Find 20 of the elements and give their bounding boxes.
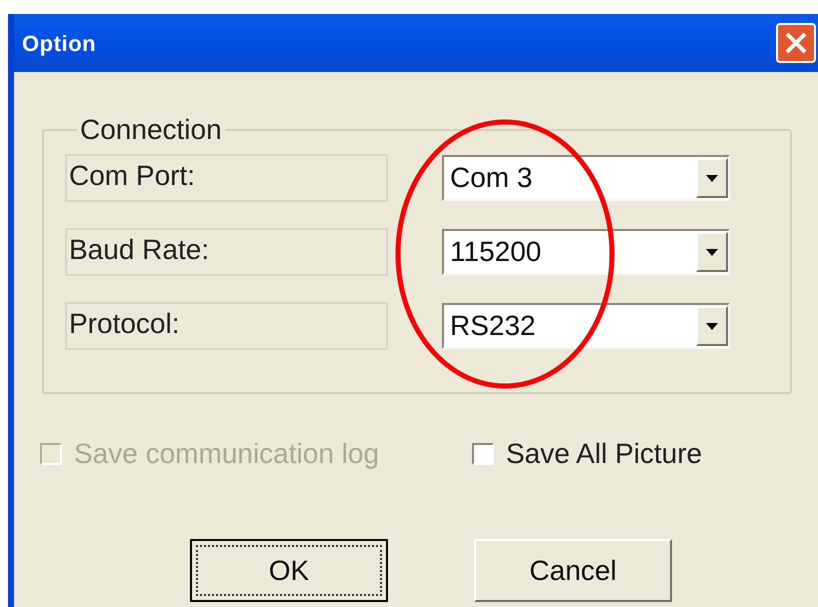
caret-icon	[706, 174, 718, 182]
dropdown-arrow-button[interactable]	[696, 232, 728, 272]
dropdown-arrow-button[interactable]	[696, 306, 728, 346]
close-icon	[784, 31, 808, 55]
dialog-button[interactable]: Cancel	[474, 539, 672, 602]
window-title: Option	[22, 30, 96, 58]
dropdown-arrow-button[interactable]	[696, 158, 728, 198]
caret-icon	[706, 248, 718, 256]
field-label: Com Port:	[65, 154, 388, 202]
caret-icon	[706, 322, 718, 330]
dialog-button[interactable]: OK	[190, 539, 388, 602]
dropdown[interactable]: RS232	[442, 303, 730, 349]
field-label: Protocol:	[65, 302, 388, 350]
close-button[interactable]	[776, 23, 816, 63]
dropdown[interactable]: Com 3	[442, 155, 730, 201]
checkbox[interactable]	[472, 443, 494, 465]
group-title: Connection	[79, 114, 223, 146]
field-label: Baud Rate:	[65, 228, 388, 276]
checkbox-option[interactable]: Save All Picture	[472, 433, 702, 475]
dropdown[interactable]: 115200	[442, 229, 730, 275]
